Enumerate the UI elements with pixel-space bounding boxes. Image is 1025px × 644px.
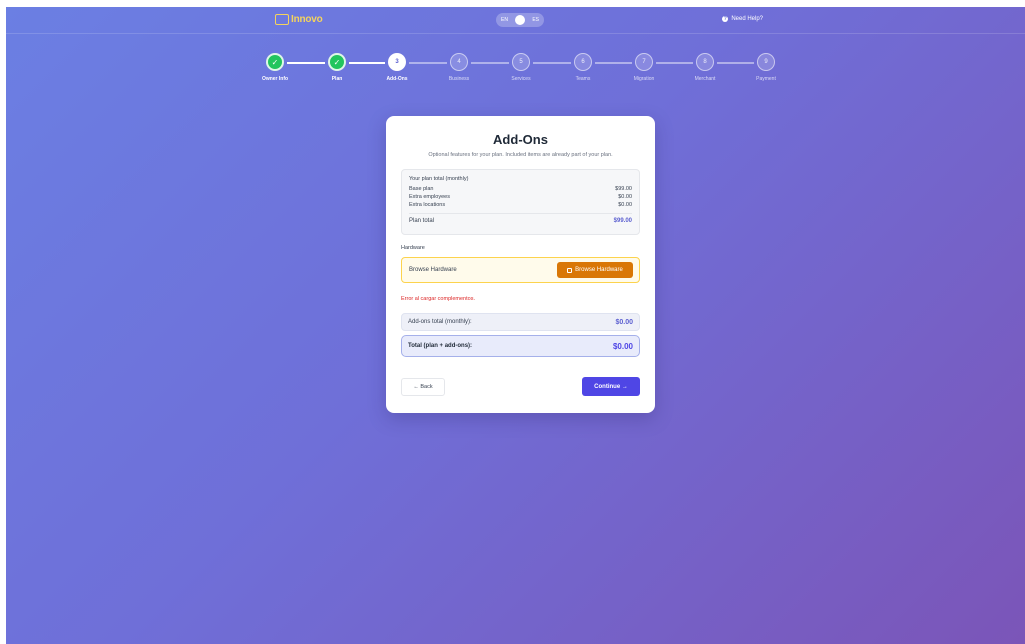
addons-total-value: $0.00	[615, 318, 633, 326]
plan-row-value: $0.00	[618, 194, 632, 200]
plan-total-row: Plan total $99.00	[409, 218, 632, 224]
hardware-row-text: Browse Hardware	[409, 267, 457, 273]
plan-summary-heading: Your plan total (monthly)	[409, 176, 469, 182]
plan-row-label: Extra employees	[409, 194, 450, 200]
step-add-ons: 3 Add-Ons	[377, 53, 417, 82]
check-icon: ✓	[328, 53, 346, 71]
step-number: 9	[757, 53, 775, 71]
step-label: Merchant	[694, 76, 716, 82]
plan-summary-box: Your plan total (monthly) Base plan $99.…	[401, 169, 640, 235]
grand-total-row: Total (plan + add-ons): $0.00	[401, 335, 640, 357]
back-button[interactable]: ← Back	[401, 378, 445, 396]
browse-hardware-label: Browse Hardware	[575, 267, 623, 273]
error-message: Error al cargar complementos.	[401, 296, 475, 302]
step-owner-info: ✓ Owner Info	[255, 53, 295, 82]
lang-right-label: ES	[532, 17, 539, 23]
help-text: Need Help?	[731, 16, 763, 22]
external-link-icon	[567, 267, 573, 273]
need-help-link[interactable]: ? Need Help?	[722, 16, 763, 22]
step-number: 6	[574, 53, 592, 71]
step-plan: ✓ Plan	[317, 53, 357, 82]
plan-row-label: Extra locations	[409, 202, 446, 208]
step-label: Owner Info	[261, 76, 289, 82]
add-ons-card: Add-Ons Optional features for your plan.…	[386, 116, 655, 413]
page-title: Add-Ons	[493, 132, 548, 147]
help-icon: ?	[722, 16, 729, 22]
hardware-row: Browse Hardware Browse Hardware	[401, 257, 640, 283]
plan-row-employees: Extra employees $0.00	[409, 194, 632, 200]
step-teams: 6 Teams	[563, 53, 603, 82]
step-number: 3	[388, 53, 406, 71]
step-label: Migration	[633, 76, 655, 82]
step-label: Services	[511, 76, 531, 82]
plan-row-locations: Extra locations $0.00	[409, 202, 632, 208]
plan-row-value: $99.00	[615, 186, 632, 192]
page-subtitle: Optional features for your plan. Include…	[428, 152, 613, 158]
step-merchant: 8 Merchant	[685, 53, 725, 82]
hardware-section-label: Hardware	[401, 245, 425, 251]
addons-total-label: Add-ons total (monthly):	[408, 319, 472, 325]
step-payment: 9 Payment	[746, 53, 786, 82]
step-label: Teams	[575, 76, 591, 82]
check-icon: ✓	[266, 53, 284, 71]
step-label: Business	[448, 76, 470, 82]
toggle-knob	[515, 15, 525, 25]
header-divider	[6, 33, 1025, 34]
step-number: 5	[512, 53, 530, 71]
step-number: 8	[696, 53, 714, 71]
plan-row-label: Base plan	[409, 186, 434, 192]
top-bar: Innovo EN ES ? Need Help?	[6, 7, 1025, 33]
plan-divider	[409, 213, 632, 214]
step-label: Plan	[331, 76, 343, 82]
step-migration: 7 Migration	[624, 53, 664, 82]
step-services: 5 Services	[501, 53, 541, 82]
lang-left-label: EN	[501, 17, 508, 23]
addons-total-row: Add-ons total (monthly): $0.00	[401, 313, 640, 331]
plan-row-value: $0.00	[618, 202, 632, 208]
logo-text: Innovo	[291, 13, 323, 25]
progress-stepper: ✓ Owner Info ✓ Plan 3 Add-Ons 4 Business 5 Servic…	[6, 53, 1025, 93]
language-toggle[interactable]: EN ES	[496, 13, 544, 27]
page-background: Innovo EN ES ? Need Help? ✓ Owner Info ✓ Pl…	[6, 7, 1025, 644]
step-label: Add-Ons	[386, 76, 408, 82]
continue-button[interactable]: Continue →	[582, 377, 640, 396]
grand-total-value: $0.00	[612, 341, 633, 351]
plan-total-label: Plan total	[409, 218, 435, 224]
logo-icon	[275, 13, 289, 25]
step-label: Payment	[756, 76, 776, 82]
plan-row-base: Base plan $99.00	[409, 186, 632, 192]
plan-total-value: $99.00	[613, 218, 632, 224]
logo[interactable]: Innovo	[275, 12, 323, 26]
step-number: 4	[450, 53, 468, 71]
grand-total-label: Total (plan + add-ons):	[408, 343, 473, 349]
step-number: 7	[635, 53, 653, 71]
browse-hardware-button[interactable]: Browse Hardware	[557, 262, 633, 278]
step-business: 4 Business	[439, 53, 479, 82]
